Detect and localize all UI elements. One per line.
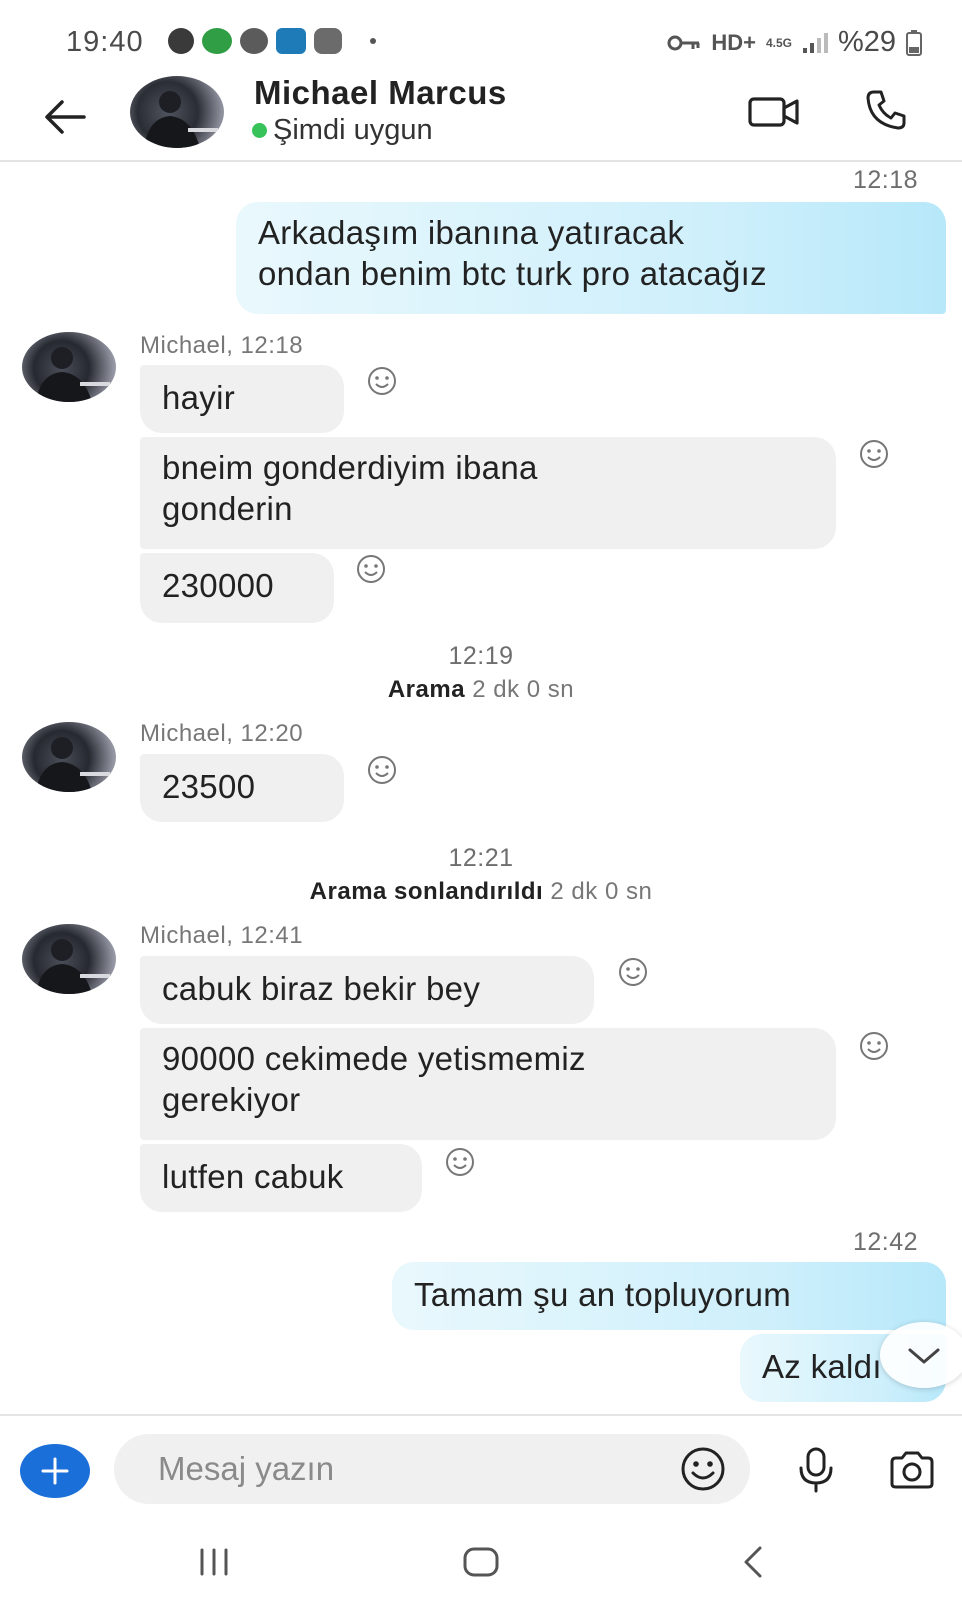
smiley-react-icon[interactable] — [366, 754, 398, 786]
network-type: HD+ — [711, 29, 756, 55]
network-generation: 4.5G — [765, 35, 792, 50]
smiley-react-icon[interactable] — [617, 956, 649, 988]
incoming-message[interactable]: 23500 — [140, 754, 344, 822]
camera-icon[interactable] — [888, 1450, 936, 1490]
sender-avatar[interactable] — [22, 332, 116, 402]
call-event: Arama sonlandırıldı 2 dk 0 sn — [0, 878, 962, 906]
more-dot-icon — [370, 38, 376, 44]
system-navigation-bar — [0, 1518, 962, 1600]
message-text: 230000 — [162, 567, 274, 604]
status-time: 19:40 — [66, 26, 144, 58]
incoming-message[interactable]: cabuk biraz bekir bey — [140, 956, 594, 1024]
message-text: Tamam şu an topluyorum — [414, 1276, 792, 1313]
message-input[interactable] — [114, 1434, 750, 1504]
presence-status: Şimdi uygun — [252, 114, 433, 147]
sender-name-time: Michael, 12:41 — [140, 922, 304, 949]
call-event-label: Arama — [387, 676, 466, 703]
message-text-line: gonderin — [162, 490, 293, 527]
presence-text: Şimdi uygun — [273, 114, 433, 146]
signal-icon — [802, 32, 828, 53]
scroll-to-bottom-button[interactable] — [880, 1322, 962, 1388]
incoming-message[interactable]: 230000 — [140, 553, 334, 623]
battery-level: %29 — [837, 26, 896, 58]
battery-icon — [906, 29, 922, 56]
recent-apps-icon[interactable] — [196, 1548, 232, 1576]
plus-icon — [41, 1457, 69, 1485]
phone-icon[interactable] — [864, 88, 908, 132]
compose-bar — [0, 1414, 962, 1518]
message-text-line: bneim gonderdiyim ibana — [162, 449, 538, 486]
message-text-line: ondan benim btc turk pro atacağız — [258, 255, 767, 292]
incoming-message[interactable]: bneim gonderdiyim ibana gonderin — [140, 437, 836, 549]
message-timestamp: 12:42 — [852, 1228, 918, 1256]
m-app-icon — [240, 28, 268, 54]
smiley-react-icon[interactable] — [444, 1146, 476, 1178]
call-event-time: 12:19 — [448, 642, 514, 670]
microphone-icon[interactable] — [796, 1446, 836, 1494]
attach-plus-button[interactable] — [20, 1444, 90, 1498]
online-indicator-icon — [252, 123, 267, 138]
nav-back-icon[interactable] — [738, 1544, 766, 1580]
message-text-line: gerekiyor — [162, 1081, 301, 1118]
back-arrow-icon[interactable] — [40, 92, 90, 142]
smiley-react-icon[interactable] — [355, 553, 387, 585]
chart-app-icon — [276, 28, 306, 54]
smiley-react-icon[interactable] — [858, 1030, 890, 1062]
contact-avatar[interactable] — [130, 76, 224, 148]
sender-avatar[interactable] — [22, 924, 116, 994]
sender-name-time: Michael, 12:18 — [140, 332, 304, 359]
home-icon[interactable] — [462, 1546, 500, 1578]
status-indicators: HD+ 4.5G %29 — [667, 26, 922, 59]
vpn-key-icon — [667, 35, 700, 50]
outgoing-message[interactable]: Arkadaşım ibanına yatıracak ondan benim … — [236, 202, 946, 314]
video-call-icon[interactable] — [748, 92, 800, 132]
g-app-icon — [202, 28, 232, 54]
message-text: lutfen cabuk — [162, 1158, 344, 1195]
notification-icons — [168, 28, 376, 54]
tv-app-icon — [168, 28, 194, 54]
message-text: hayir — [162, 379, 236, 416]
incoming-message[interactable]: 90000 cekimede yetismemiz gerekiyor — [140, 1028, 836, 1140]
shield-app-icon — [314, 28, 342, 54]
message-text: Az kaldı — [762, 1348, 882, 1385]
contact-name[interactable]: Michael Marcus — [254, 74, 507, 112]
call-duration: 2 dk 0 sn — [550, 878, 653, 905]
emoji-icon[interactable] — [680, 1446, 726, 1492]
sender-name-time: Michael, 12:20 — [140, 720, 304, 747]
message-text-line: 90000 cekimede yetismemiz — [162, 1040, 586, 1077]
incoming-message[interactable]: lutfen cabuk — [140, 1144, 422, 1212]
call-event-label: Arama sonlandırıldı — [309, 878, 544, 905]
sender-avatar[interactable] — [22, 722, 116, 792]
incoming-message[interactable]: hayir — [140, 365, 344, 433]
outgoing-message[interactable]: Tamam şu an topluyorum — [392, 1262, 946, 1330]
status-bar: 19:40 HD+ 4.5G %29 — [0, 0, 962, 80]
call-event: Arama 2 dk 0 sn — [0, 676, 962, 704]
message-text: 23500 — [162, 768, 256, 805]
smiley-react-icon[interactable] — [366, 365, 398, 397]
chat-header: Michael Marcus Şimdi uygun — [0, 74, 962, 162]
message-timestamp: 12:18 — [852, 166, 918, 194]
call-event-time: 12:21 — [448, 844, 514, 872]
smiley-react-icon[interactable] — [858, 438, 890, 470]
chevron-down-icon — [908, 1348, 940, 1364]
message-text-line: Arkadaşım ibanına yatıracak — [258, 214, 685, 251]
message-text: cabuk biraz bekir bey — [162, 970, 481, 1007]
call-duration: 2 dk 0 sn — [472, 676, 575, 703]
